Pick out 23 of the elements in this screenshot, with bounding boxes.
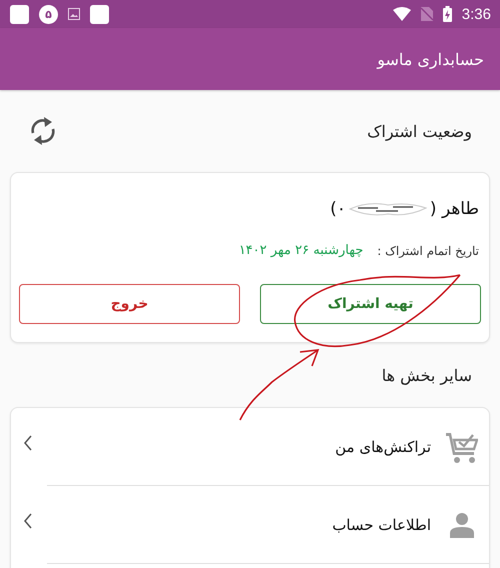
chevron-icon (23, 512, 33, 528)
user-name: ۰) (330, 199, 346, 219)
clock-time: 3:36 (462, 6, 491, 22)
subscribe-button[interactable]: تهیه اشتراک (260, 284, 481, 324)
chevron-icon (23, 434, 33, 450)
no-sim-icon (420, 7, 433, 21)
wifi-icon (392, 7, 411, 21)
notification-icon (90, 4, 109, 24)
menu-item[interactable]: تراکنش‌های من (47, 408, 489, 486)
menu-item[interactable]: اطلاعات حساب (47, 486, 489, 564)
section-title: وضعیت اشتراک (367, 122, 472, 140)
person-icon (450, 512, 474, 538)
expiry-label: تاریخ اتمام اشتراک : (377, 244, 479, 258)
battery-icon (442, 6, 452, 22)
notification-badge: ۵ (39, 4, 58, 24)
refresh-icon[interactable] (30, 116, 56, 146)
logout-button[interactable]: خروج (19, 284, 240, 324)
section-title: سایر بخش ها (382, 366, 472, 384)
notification-icon (10, 4, 29, 24)
user-name: طاهر ( (430, 199, 479, 219)
image-icon (68, 8, 80, 20)
expiry-date: چهارشنبه ۲۶ مهر ۱۴۰۲ (238, 243, 364, 258)
app-title: حسابداری ماسو (377, 50, 484, 68)
